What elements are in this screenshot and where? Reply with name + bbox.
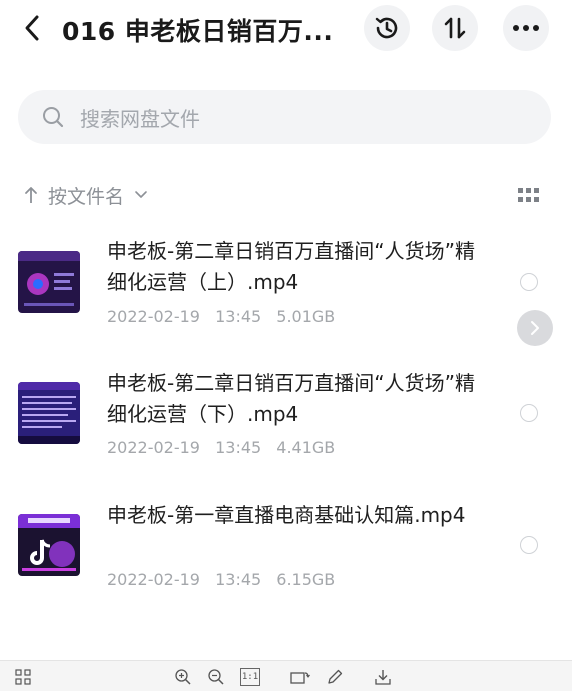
select-checkbox[interactable] (520, 404, 538, 422)
back-button[interactable] (16, 10, 48, 46)
file-time: 13:45 (215, 307, 262, 326)
file-item[interactable]: 申老板-第二章日销百万直播间“人货场”精细化运营（上）.mp4 2022-02-… (0, 228, 572, 348)
file-name: 申老板-第一章直播电商基础认知篇.mp4 (107, 503, 466, 527)
search-input[interactable]: 搜索网盘文件 (80, 103, 200, 132)
file-size: 5.01GB (276, 307, 336, 326)
arrow-up-icon (22, 186, 40, 204)
clock-history-icon (375, 17, 398, 39)
search-bar[interactable]: 搜索网盘文件 (18, 90, 551, 144)
rotate-icon (290, 672, 310, 684)
file-name: 申老板-第二章日销百万直播间“人货场”精细化运营（下）.mp4 (107, 371, 475, 426)
video-thumbnail (18, 251, 80, 313)
more-dots-icon (513, 25, 539, 31)
download-button[interactable] (372, 666, 394, 688)
grid-view-icon (518, 188, 539, 202)
zoom-out-icon (208, 669, 224, 685)
bottom-toolbar: 1:1 (0, 660, 572, 691)
chevron-down-icon (134, 190, 148, 200)
actual-size-button[interactable]: 1:1 (240, 668, 260, 686)
page-title: 016 申老板日销百万... (62, 17, 334, 46)
file-item[interactable]: 申老板-第一章直播电商基础认知篇.mp4 2022-02-19 13:45 6.… (0, 492, 572, 612)
pencil-icon (328, 669, 343, 684)
chevron-right-icon (531, 321, 539, 335)
sort-label: 按文件名 (48, 185, 125, 208)
sort-selector[interactable]: 按文件名 (22, 180, 148, 210)
file-date: 2022-02-19 (107, 570, 200, 589)
chevron-left-icon (25, 15, 39, 41)
select-checkbox[interactable] (520, 536, 538, 554)
file-meta: 2022-02-19 13:45 4.41GB (107, 438, 345, 457)
zoom-in-icon (175, 669, 191, 685)
more-button[interactable] (503, 5, 549, 51)
file-time: 13:45 (215, 570, 262, 589)
thumbnails-button[interactable] (12, 666, 34, 688)
file-item[interactable]: 申老板-第二章日销百万直播间“人货场”精细化运营（下）.mp4 2022-02-… (0, 360, 572, 480)
annotate-button[interactable] (324, 666, 346, 688)
history-button[interactable] (364, 5, 410, 51)
file-meta: 2022-02-19 13:45 5.01GB (107, 307, 345, 326)
file-size: 6.15GB (276, 570, 336, 589)
file-meta: 2022-02-19 13:45 6.15GB (107, 570, 345, 589)
file-date: 2022-02-19 (107, 438, 200, 457)
video-thumbnail (18, 382, 80, 444)
select-checkbox[interactable] (520, 273, 538, 291)
rotate-button[interactable] (289, 666, 311, 688)
header-bar: 016 申老板日销百万... (0, 0, 572, 62)
thumbnails-icon (15, 669, 31, 685)
grid-view-button[interactable] (516, 184, 542, 208)
file-time: 13:45 (215, 438, 262, 457)
scroll-side-button[interactable] (517, 310, 553, 346)
file-name: 申老板-第二章日销百万直播间“人货场”精细化运营（上）.mp4 (107, 239, 475, 294)
sort-button[interactable] (432, 5, 478, 51)
download-icon (375, 670, 391, 685)
video-thumbnail (18, 514, 80, 576)
search-icon (40, 104, 66, 130)
zoom-in-button[interactable] (172, 666, 194, 688)
actual-size-label: 1:1 (241, 672, 259, 682)
file-size: 4.41GB (276, 438, 336, 457)
file-date: 2022-02-19 (107, 307, 200, 326)
zoom-out-button[interactable] (205, 666, 227, 688)
sort-arrows-icon (444, 17, 466, 39)
